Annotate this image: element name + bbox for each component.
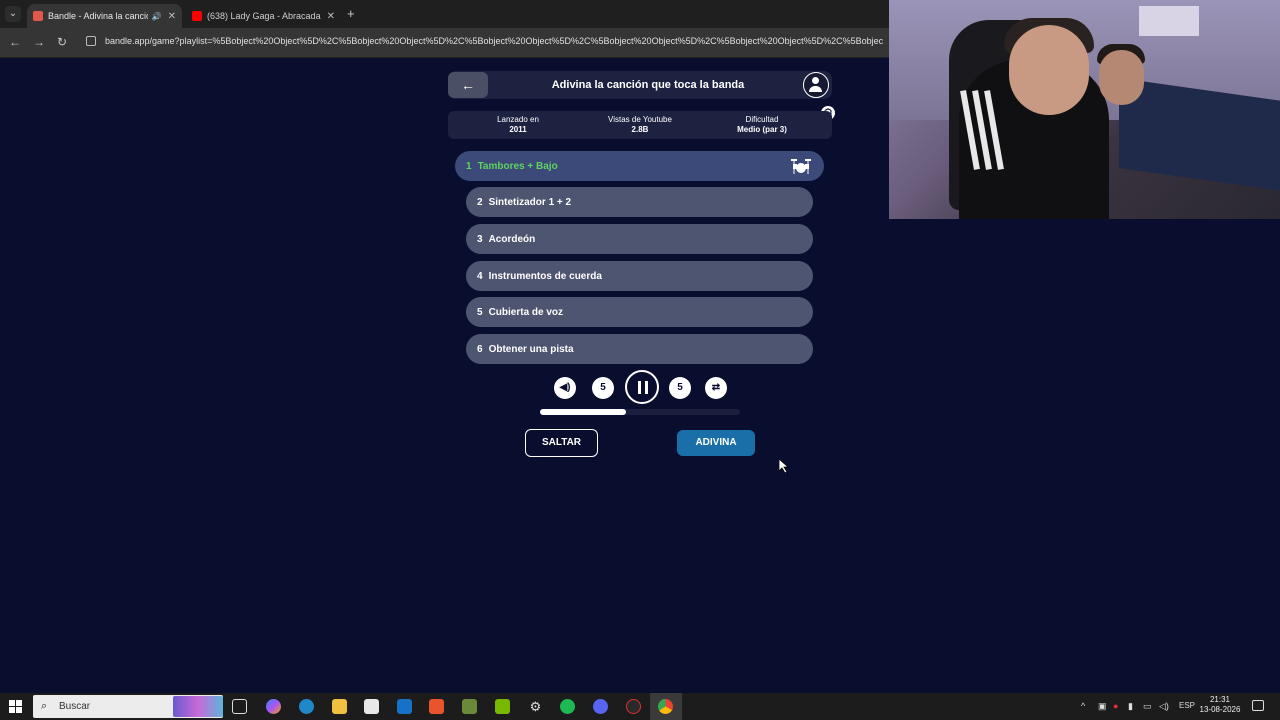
edge-icon[interactable] xyxy=(299,699,314,714)
clue-label: Tambores + Bajo xyxy=(477,160,558,172)
clue-label: Obtener una pista xyxy=(488,343,574,355)
youtube-favicon-icon xyxy=(192,11,202,21)
network-icon[interactable]: ▭ xyxy=(1143,701,1152,712)
close-tab-icon[interactable]: ✕ xyxy=(327,11,335,22)
tray-obs-icon[interactable]: ● xyxy=(1113,701,1118,711)
clue-number: 6 xyxy=(477,343,483,355)
obs-icon[interactable] xyxy=(626,699,641,714)
clue-6-hint[interactable]: 6 Obtener una pista xyxy=(466,334,813,364)
clue-2[interactable]: 2 Sintetizador 1 + 2 xyxy=(466,187,813,217)
site-info-icon[interactable] xyxy=(86,36,96,46)
back-arrow-icon[interactable]: ← xyxy=(9,35,21,49)
volume-icon[interactable]: ◀) xyxy=(554,377,576,399)
playback-progress-fill xyxy=(540,409,626,415)
file-explorer-icon[interactable] xyxy=(332,699,347,714)
close-tab-icon[interactable]: ✕ xyxy=(168,11,176,22)
tab-title: Bandle - Adivina la canción xyxy=(48,11,148,21)
rewind-seconds: 5 xyxy=(600,382,606,393)
tab-search-chevron-icon[interactable]: ⌄ xyxy=(5,6,21,22)
volume-tray-icon[interactable]: ◁) xyxy=(1159,701,1169,712)
search-highlight-image xyxy=(173,696,223,717)
clock[interactable]: 21:31 13-08-2026 xyxy=(1196,695,1244,715)
clue-label: Acordeón xyxy=(488,233,536,245)
tab-bandle[interactable]: Bandle - Adivina la canción 🔊 ✕ xyxy=(27,4,182,28)
clock-time: 21:31 xyxy=(1209,695,1231,704)
notification-icon[interactable] xyxy=(1252,700,1264,711)
clue-number: 4 xyxy=(477,270,483,282)
info-value: 2011 xyxy=(509,125,527,134)
store-icon[interactable] xyxy=(364,699,379,714)
clue-number: 3 xyxy=(477,233,483,245)
reload-icon[interactable]: ↻ xyxy=(57,35,67,49)
clue-1[interactable]: 1 Tambores + Bajo xyxy=(455,151,824,181)
speaker-icon[interactable]: 🔊 xyxy=(152,12,162,21)
guess-button[interactable]: ADIVINA xyxy=(677,430,755,456)
playback-progress-bar[interactable] xyxy=(540,409,740,415)
profile-icon[interactable] xyxy=(803,72,829,98)
mail-icon[interactable] xyxy=(397,699,412,714)
spotify-icon[interactable] xyxy=(560,699,575,714)
info-difficulty: Dificultad Medio (par 3) xyxy=(707,115,817,135)
nvidia-icon[interactable] xyxy=(495,699,510,714)
discord-icon[interactable] xyxy=(593,699,608,714)
info-label: Dificultad xyxy=(745,115,779,124)
pause-button[interactable] xyxy=(625,370,659,404)
clue-4[interactable]: 4 Instrumentos de cuerda xyxy=(466,261,813,291)
tab-youtube[interactable]: (638) Lady Gaga - Abracadabra ✕ xyxy=(186,4,341,28)
search-placeholder: Buscar xyxy=(59,701,91,712)
back-button[interactable]: ← xyxy=(448,72,488,98)
copilot-icon[interactable] xyxy=(266,699,281,714)
forward-arrow-icon[interactable]: → xyxy=(33,35,45,49)
clue-label: Cubierta de voz xyxy=(488,306,564,318)
microphone-icon[interactable]: ▮ xyxy=(1128,701,1133,712)
settings-icon[interactable]: ⚙ xyxy=(528,699,543,714)
clue-3[interactable]: 3 Acordeón xyxy=(466,224,813,254)
minecraft-icon[interactable] xyxy=(462,699,477,714)
tab-title: (638) Lady Gaga - Abracadabra xyxy=(207,11,321,21)
game-title: Adivina la canción que toca la banda xyxy=(551,79,745,91)
brave-icon[interactable] xyxy=(429,699,444,714)
clue-number: 2 xyxy=(477,196,483,208)
clock-date: 13-08-2026 xyxy=(1199,705,1241,714)
mouse-cursor-icon xyxy=(779,459,789,473)
chrome-icon[interactable] xyxy=(658,699,673,714)
clue-label: Sintetizador 1 + 2 xyxy=(488,196,572,208)
info-youtube-views: Vistas de Youtube 2.8B xyxy=(585,115,695,135)
new-tab-button[interactable]: + xyxy=(347,6,355,21)
info-label: Lanzado en xyxy=(497,115,539,124)
info-label: Vistas de Youtube xyxy=(608,115,672,124)
task-view-icon[interactable] xyxy=(232,699,247,714)
search-icon: ⌕ xyxy=(41,700,48,712)
forward-icon[interactable]: 5 xyxy=(669,377,691,399)
skip-button[interactable]: SALTAR xyxy=(525,429,598,457)
info-release: Lanzado en 2011 xyxy=(463,115,573,135)
browser-tab-bar: ⌄ Bandle - Adivina la canción 🔊 ✕ (638) … xyxy=(0,0,890,28)
url-field[interactable]: bandle.app/game?playlist=%5Bobject%20Obj… xyxy=(105,36,889,46)
webcam-overlay xyxy=(889,0,1280,219)
rewind-icon[interactable]: 5 xyxy=(592,377,614,399)
clue-number: 1 xyxy=(466,160,472,172)
tray-app-icon[interactable]: ▣ xyxy=(1098,701,1107,712)
drum-kit-icon xyxy=(791,159,811,174)
info-value: 2.8B xyxy=(631,125,649,134)
bandle-favicon-icon xyxy=(33,11,43,21)
clue-5[interactable]: 5 Cubierta de voz xyxy=(466,297,813,327)
info-value: Medio (par 3) xyxy=(737,125,787,134)
forward-seconds: 5 xyxy=(677,382,683,393)
loop-off-icon[interactable]: ⇄ xyxy=(705,377,727,399)
tray-chevron-icon[interactable]: ^ xyxy=(1081,701,1085,711)
clue-number: 5 xyxy=(477,306,483,318)
language-indicator[interactable]: ESP xyxy=(1179,701,1195,710)
windows-start-icon[interactable] xyxy=(9,700,22,713)
clue-label: Instrumentos de cuerda xyxy=(488,270,602,282)
